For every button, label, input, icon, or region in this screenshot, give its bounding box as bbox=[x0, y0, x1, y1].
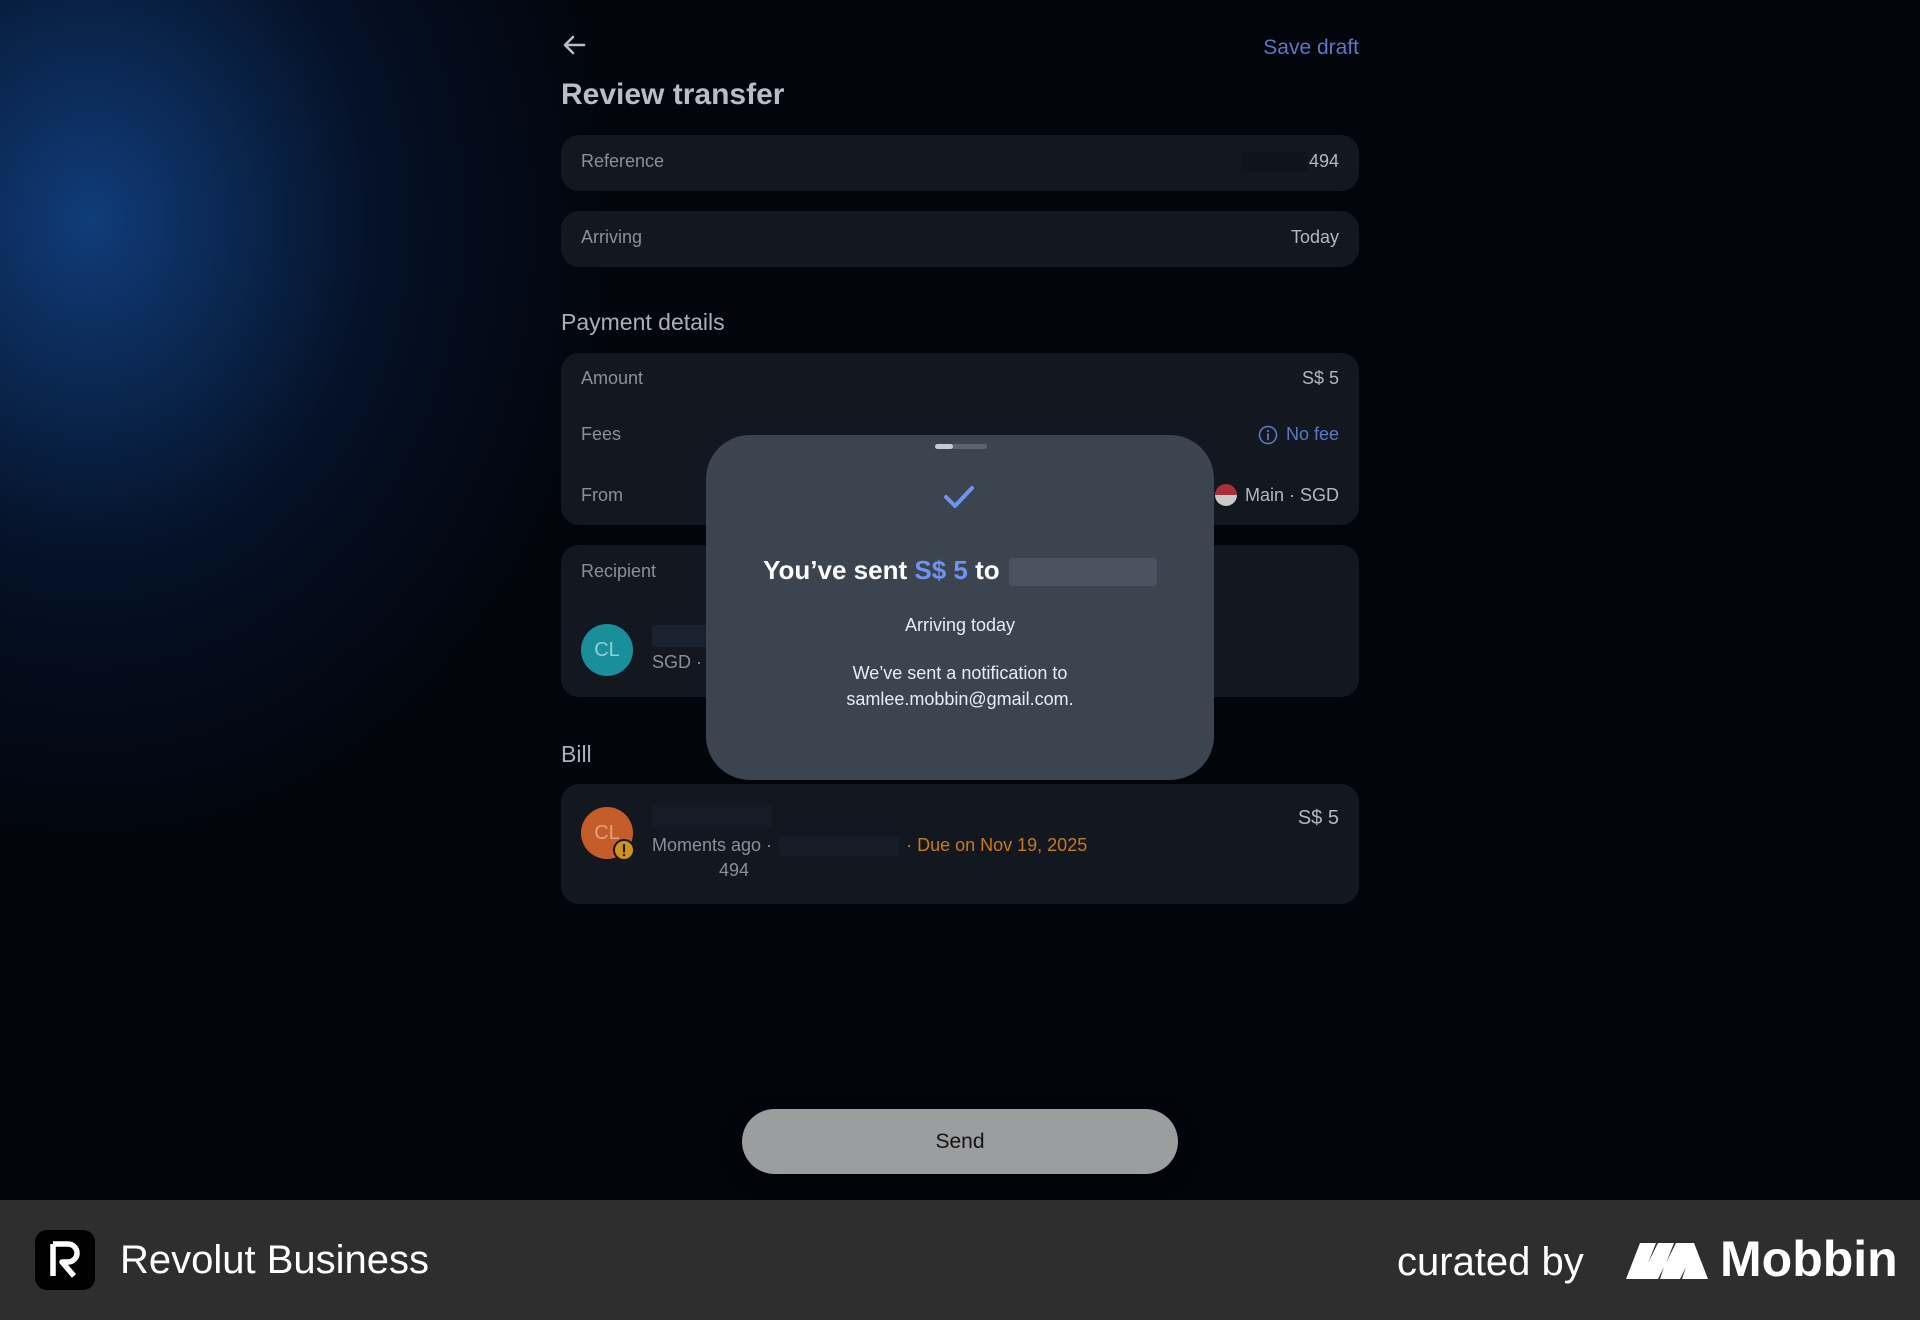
notification-email: samlee.mobbin@gmail.com. bbox=[846, 689, 1074, 709]
bill-due-date: · Due on Nov 19, 2025 bbox=[906, 835, 1088, 855]
modal-title: You’ve sent S$ 5 to bbox=[706, 555, 1214, 587]
reference-value: 494 bbox=[1240, 151, 1339, 173]
recipient-label: Recipient bbox=[581, 561, 657, 581]
amount-label: Amount bbox=[581, 368, 644, 388]
mobbin-brand: Mobbin bbox=[1626, 1230, 1898, 1288]
from-label: From bbox=[581, 484, 623, 505]
sheet-grabber[interactable] bbox=[935, 444, 987, 449]
from-value: Main · SGD bbox=[1214, 484, 1339, 506]
footer-bar: Revolut Business curated by Mobbin bbox=[0, 1200, 1920, 1320]
recipient-sub: SGD · bbox=[652, 652, 703, 672]
bill-card[interactable]: CL S$ 5 Moments ago · · Due on Nov 19, 2… bbox=[561, 784, 1359, 904]
singapore-flag-icon bbox=[1214, 484, 1237, 506]
recipient-name-redacted bbox=[652, 625, 710, 647]
amount-value: S$ 5 bbox=[1301, 368, 1339, 388]
modal-notification-note: We’ve sent a notification to samlee.mobb… bbox=[706, 660, 1214, 712]
fees-label: Fees bbox=[581, 424, 622, 444]
page-title: Review transfer bbox=[561, 78, 785, 111]
arriving-value: Today bbox=[1290, 227, 1339, 247]
revolut-logo-icon bbox=[35, 1230, 95, 1290]
recipient-name-redacted bbox=[1008, 558, 1157, 587]
bill-title: Bill bbox=[561, 741, 592, 767]
bill-name-redacted bbox=[652, 805, 772, 827]
reference-label: Reference bbox=[581, 151, 665, 172]
reference-card: Reference 494 bbox=[561, 135, 1359, 191]
arriving-label: Arriving bbox=[581, 227, 643, 247]
bill-time: Moments ago · bbox=[652, 835, 773, 855]
bill-reference: 494 bbox=[719, 860, 750, 880]
footer-brand: Mobbin bbox=[1720, 1231, 1898, 1287]
mobbin-logo-icon bbox=[1626, 1243, 1708, 1279]
back-arrow-icon[interactable] bbox=[561, 32, 587, 58]
checkmark-icon bbox=[944, 486, 974, 508]
send-button[interactable]: Send bbox=[742, 1109, 1178, 1174]
modal-arriving: Arriving today bbox=[904, 615, 1016, 635]
bill-amount: S$ 5 bbox=[1297, 807, 1339, 829]
save-draft-button[interactable]: Save draft bbox=[1263, 36, 1359, 60]
warning-icon bbox=[613, 839, 635, 861]
payment-details-title: Payment details bbox=[561, 309, 725, 335]
info-icon bbox=[1258, 425, 1278, 444]
arriving-card: Arriving Today bbox=[561, 211, 1359, 267]
modal-amount: S$ 5 bbox=[914, 555, 968, 585]
transfer-success-modal: You’ve sent S$ 5 to Arriving today We’ve… bbox=[706, 435, 1214, 780]
fees-value[interactable]: No fee bbox=[1258, 424, 1339, 445]
footer-curated-by: curated by bbox=[1397, 1240, 1584, 1284]
footer-app-name: Revolut Business bbox=[120, 1238, 430, 1282]
bill-meta: Moments ago · · Due on Nov 19, 2025 bbox=[652, 835, 1088, 857]
recipient-avatar: CL bbox=[581, 624, 633, 676]
